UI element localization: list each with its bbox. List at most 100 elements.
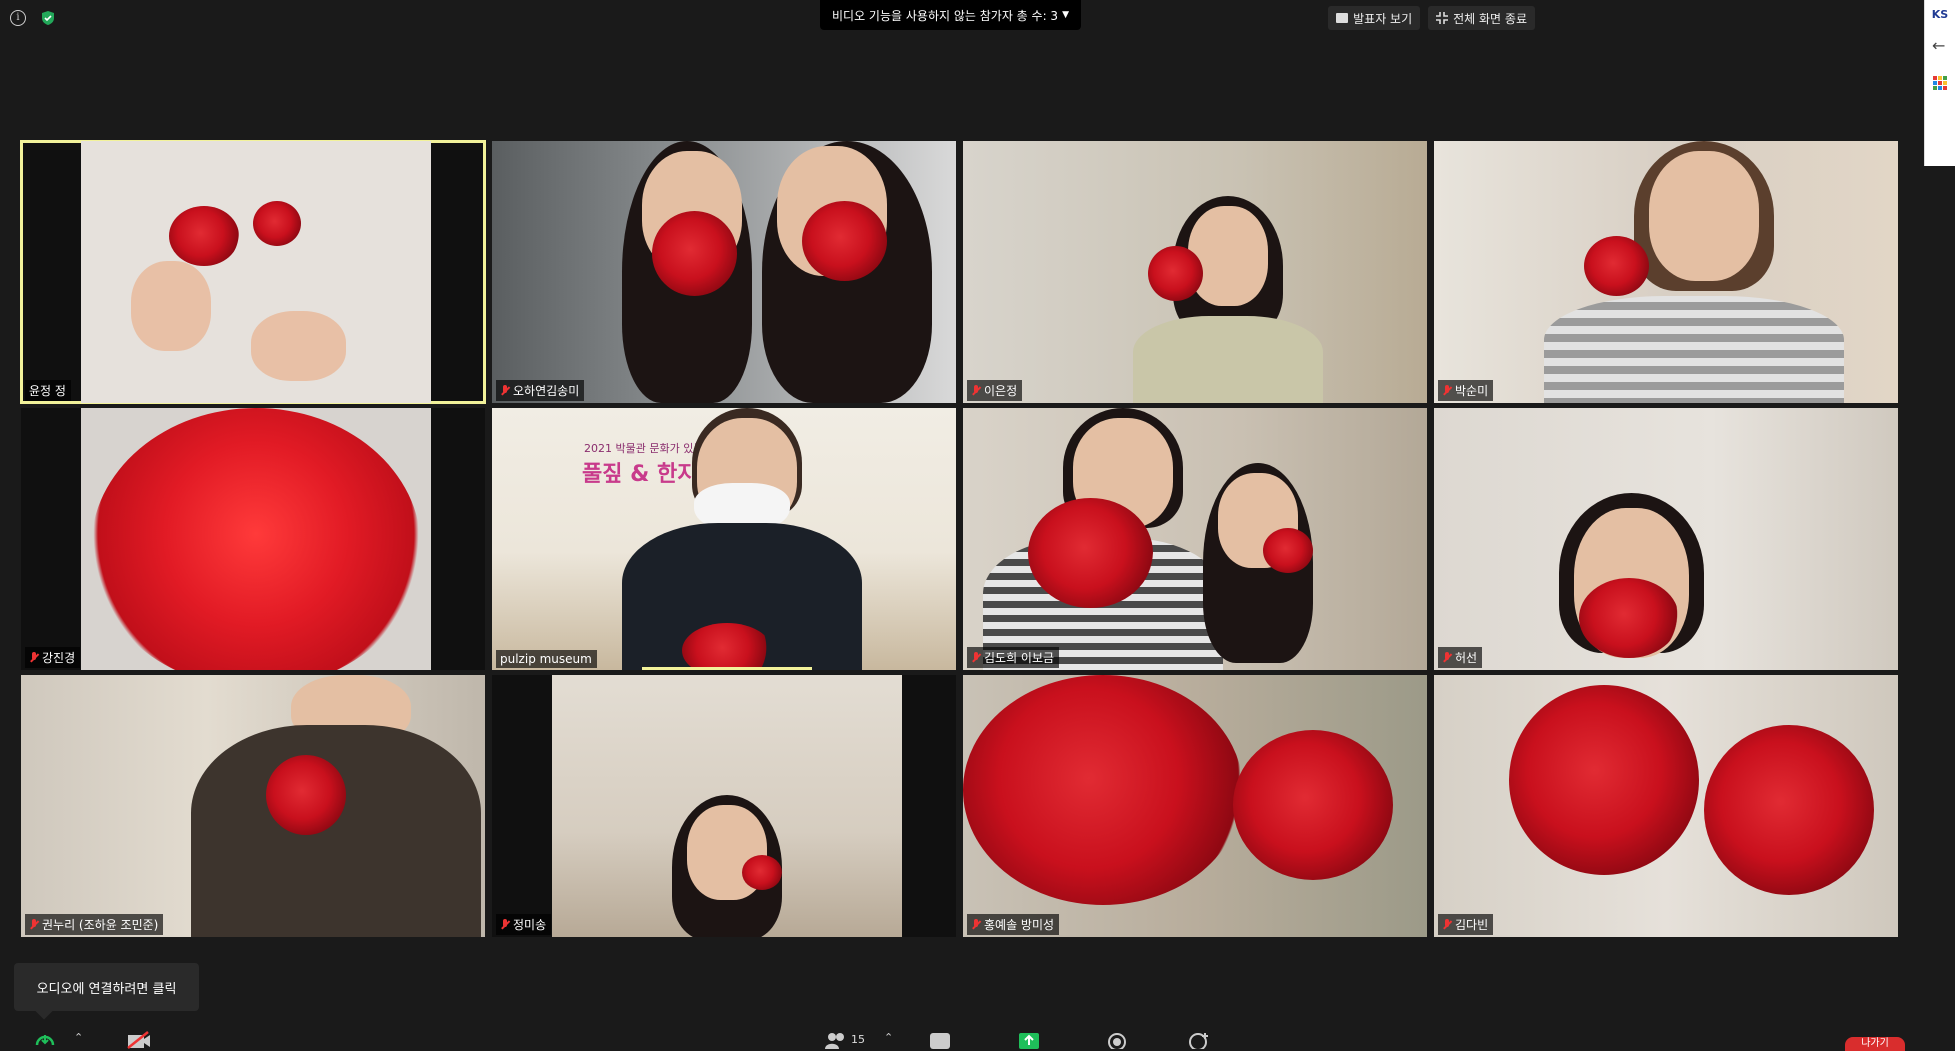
participant-name-tag: 이은정 <box>967 380 1023 401</box>
video-tile[interactable]: 홍예솔 방미성 <box>963 675 1427 937</box>
carnation-flower <box>963 675 1243 905</box>
speaker-view-label: 발표자 보기 <box>1353 11 1413 26</box>
striped-shirt <box>1544 296 1844 403</box>
hidden-participants-pill[interactable]: 비디오 기능을 사용하지 않는 참가자 총 수: 3 ▼ <box>820 0 1081 30</box>
carnation-flower <box>1028 498 1153 608</box>
right-strip <box>1925 166 1955 1049</box>
participants-count: 15 <box>851 1033 865 1046</box>
record-icon[interactable] <box>1107 1031 1127 1049</box>
muted-mic-icon <box>1442 651 1452 664</box>
carnation-flower <box>802 201 887 281</box>
video-off-icon[interactable] <box>126 1031 152 1049</box>
speaker-view-icon <box>1336 13 1349 23</box>
participant-name-tag: 윤정 정 <box>25 380 71 401</box>
apps-grid-icon[interactable] <box>1933 76 1947 90</box>
exit-fullscreen-label: 전체 화면 종료 <box>1453 11 1527 26</box>
carnation-flower <box>682 623 772 670</box>
muted-mic-icon <box>1442 384 1452 397</box>
video-tile[interactable]: 박순미 <box>1434 141 1898 403</box>
join-audio-icon[interactable] <box>34 1031 56 1049</box>
hand-left <box>131 261 211 351</box>
carnation-flower <box>1263 528 1313 573</box>
participant-name: 김다빈 <box>1455 918 1489 932</box>
top-right-controls: 발표자 보기 전체 화면 종료 <box>1328 6 1535 30</box>
muted-mic-icon <box>971 651 981 664</box>
carnation-flower <box>1233 730 1393 880</box>
audio-connect-tooltip: 오디오에 연결하려면 클릭 <box>14 963 199 1011</box>
participants-chevron-icon[interactable]: ⌃ <box>884 1031 893 1044</box>
video-tile[interactable]: 오하연김송미 <box>492 141 956 403</box>
participant-name-tag: 정미송 <box>496 914 552 935</box>
participant-name: 정미송 <box>513 918 547 932</box>
participant-name: 윤정 정 <box>29 384 66 398</box>
participants-icon[interactable] <box>825 1031 847 1049</box>
participant-name: 이은정 <box>984 384 1018 398</box>
chat-icon[interactable] <box>929 1031 951 1049</box>
banner-title: 풀짚 & 한지 <box>582 462 698 487</box>
muted-mic-icon <box>1442 918 1452 931</box>
muted-mic-icon <box>29 651 39 664</box>
face <box>1188 206 1268 306</box>
muted-mic-icon <box>29 918 39 931</box>
carnation-flower <box>266 755 346 835</box>
browser-side-panel: KS ← <box>1924 0 1955 166</box>
participant-name-tag: pulzip museum <box>496 650 597 668</box>
video-tile[interactable]: 강진경 <box>21 408 485 670</box>
participant-name: 홍예솔 방미성 <box>984 918 1055 932</box>
carnation-flower <box>169 206 239 266</box>
carnation-flower <box>253 201 301 246</box>
participant-name: 박순미 <box>1455 384 1489 398</box>
video-tile[interactable]: 정미송 <box>492 675 956 937</box>
security-shield-icon[interactable] <box>40 10 56 26</box>
video-tile[interactable]: 이은정 <box>963 141 1427 403</box>
hidden-participants-text: 비디오 기능을 사용하지 않는 참가자 총 수: 3 <box>832 8 1059 23</box>
carnation-flower <box>1148 246 1203 301</box>
carnation-flower <box>1579 578 1679 658</box>
active-speaker-indicator <box>642 667 812 670</box>
exit-fullscreen-button[interactable]: 전체 화면 종료 <box>1428 6 1535 30</box>
top-left-icons: i <box>10 10 56 26</box>
info-icon[interactable]: i <box>10 10 26 26</box>
participant-name-tag: 홍예솔 방미성 <box>967 914 1060 935</box>
video-tile[interactable]: 허선 <box>1434 408 1898 670</box>
leave-label: 나가기 <box>1861 1038 1889 1049</box>
participant-name-tag: 김다빈 <box>1438 914 1494 935</box>
muted-mic-icon <box>971 384 981 397</box>
speaker-view-button[interactable]: 발표자 보기 <box>1328 6 1421 30</box>
carnation-flower <box>1509 685 1699 875</box>
muted-mic-icon <box>500 384 510 397</box>
participant-name: 강진경 <box>42 651 76 665</box>
ks-logo: KS <box>1931 8 1949 21</box>
participant-name-tag: 허선 <box>1438 647 1483 668</box>
participant-name-tag: 김도희 이보금 <box>967 647 1060 668</box>
shirt <box>1133 316 1323 403</box>
participant-name-tag: 박순미 <box>1438 380 1494 401</box>
shirt <box>191 725 481 937</box>
muted-mic-icon <box>971 918 981 931</box>
video-tile[interactable]: 김도희 이보금 <box>963 408 1427 670</box>
video-tile[interactable]: 김다빈 <box>1434 675 1898 937</box>
carnation-flower <box>91 408 421 670</box>
participant-name: 오하연김송미 <box>513 384 580 398</box>
carnation-flower <box>1704 725 1874 895</box>
share-screen-icon[interactable] <box>1018 1031 1040 1049</box>
participant-name-tag: 강진경 <box>25 647 81 668</box>
back-arrow-icon[interactable]: ← <box>1932 36 1945 55</box>
video-tile[interactable]: 권누리 (조하윤 조민준) <box>21 675 485 937</box>
participant-name: 권누리 (조하윤 조민준) <box>42 918 159 932</box>
video-tile[interactable]: 윤정 정 <box>20 140 486 404</box>
reactions-icon[interactable] <box>1188 1031 1210 1049</box>
participant-name: pulzip museum <box>500 652 592 666</box>
carnation-flower <box>742 855 782 890</box>
tooltip-text: 오디오에 연결하려면 클릭 <box>36 981 177 997</box>
participant-name: 허선 <box>1455 651 1478 665</box>
hand-right <box>251 311 346 381</box>
participant-name: 김도희 이보금 <box>984 651 1055 665</box>
video-tile[interactable]: 2021 박물관 문화가 있는 날 풀짚 & 한지 pulzip museum <box>492 408 956 670</box>
audio-options-chevron-icon[interactable]: ⌃ <box>74 1031 83 1044</box>
participant-name-tag: 권누리 (조하윤 조민준) <box>25 914 164 935</box>
carnation-flower <box>1584 236 1649 296</box>
exit-fullscreen-icon <box>1436 12 1449 24</box>
carnation-flower <box>652 211 737 296</box>
muted-mic-icon <box>500 918 510 931</box>
